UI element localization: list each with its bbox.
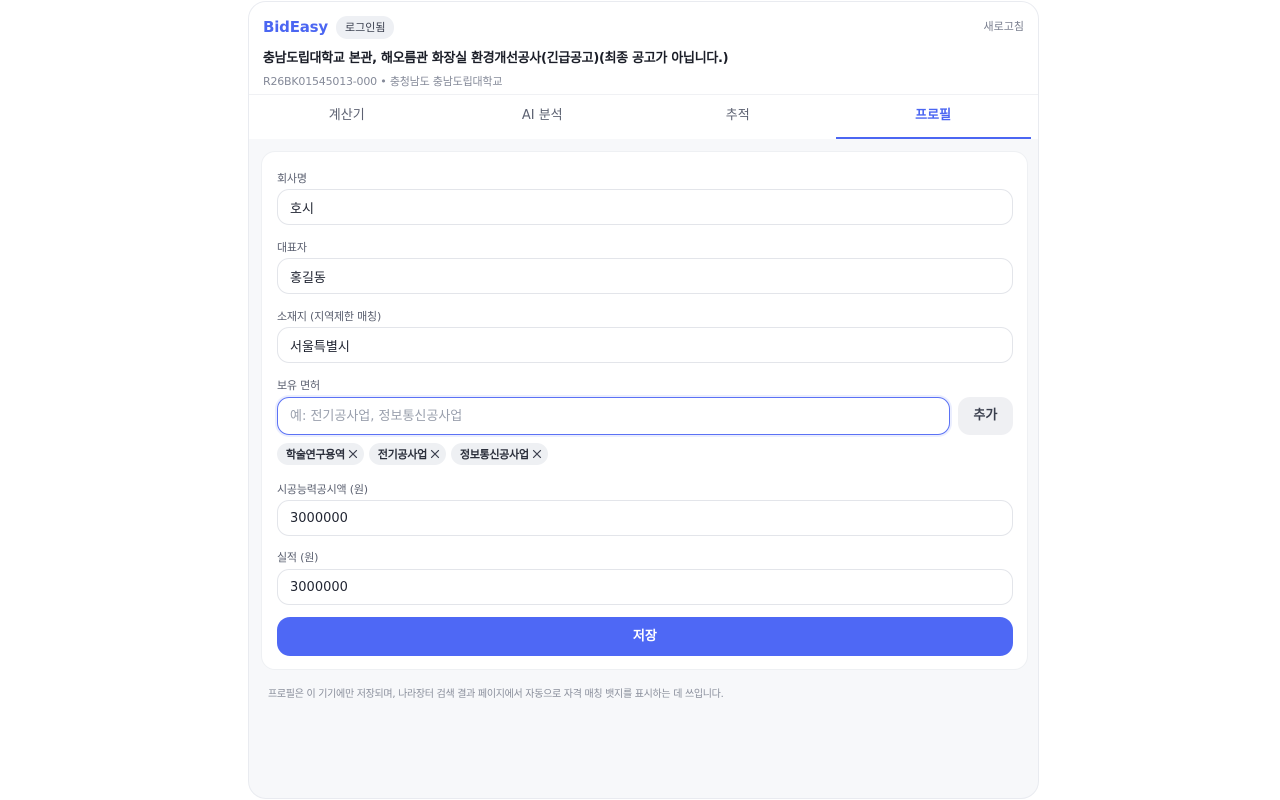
- tab-calculator[interactable]: 계산기: [249, 95, 445, 139]
- company-name-input[interactable]: [277, 189, 1013, 225]
- ceo-input[interactable]: [277, 258, 1013, 294]
- location-label: 소재지 (지역제한 매칭): [277, 310, 382, 323]
- notice-meta: R26BK01545013-000 • 충청남도 충남도립대학교: [263, 75, 503, 88]
- license-chip-label: 정보통신공사업: [460, 448, 529, 461]
- bideasy-panel: BidEasy 로그인됨 새로고침 충남도립대학교 본관, 해오름관 화장실 환…: [248, 1, 1039, 799]
- license-chip-list: 학술연구용역 전기공사업 정보통신공사업: [277, 443, 548, 465]
- location-input[interactable]: [277, 327, 1013, 363]
- license-label: 보유 면허: [277, 379, 320, 392]
- refresh-button[interactable]: 새로고침: [984, 18, 1024, 34]
- performance-input[interactable]: [277, 569, 1013, 605]
- close-icon[interactable]: [430, 449, 440, 459]
- add-license-button[interactable]: 추가: [958, 397, 1013, 435]
- header: BidEasy 로그인됨 새로고침 충남도립대학교 본관, 해오름관 화장실 환…: [249, 2, 1038, 94]
- save-button[interactable]: 저장: [277, 617, 1013, 656]
- login-status-badge: 로그인됨: [336, 15, 395, 39]
- license-chip-label: 전기공사업: [377, 448, 428, 461]
- license-chip: 정보통신공사업: [451, 443, 548, 465]
- company-name-label: 회사명: [277, 172, 307, 185]
- tab-ai-analysis[interactable]: AI 분석: [445, 95, 641, 139]
- close-icon[interactable]: [532, 449, 542, 459]
- footnote: 프로필은 이 기기에만 저장되며, 나라장터 검색 결과 페이지에서 자동으로 …: [268, 689, 724, 700]
- tab-bar: 계산기 AI 분석 추적 프로필: [249, 94, 1038, 139]
- license-chip-label: 학술연구용역: [286, 448, 345, 461]
- profile-form-card: 회사명 대표자 소재지 (지역제한 매칭) 보유 면허 추가 학술연구용역 전기…: [261, 151, 1028, 670]
- performance-label: 실적 (원): [277, 551, 319, 564]
- notice-title: 충남도립대학교 본관, 해오름관 화장실 환경개선공사(긴급공고)(최종 공고가…: [263, 51, 729, 66]
- tab-tracking[interactable]: 추적: [640, 95, 836, 139]
- capacity-input[interactable]: [277, 500, 1013, 536]
- ceo-label: 대표자: [277, 241, 307, 254]
- tab-profile[interactable]: 프로필: [835, 95, 1031, 139]
- brand-row: BidEasy 로그인됨: [263, 15, 1024, 39]
- brand-logo: BidEasy: [263, 18, 328, 36]
- close-icon[interactable]: [348, 449, 358, 459]
- license-chip: 학술연구용역: [277, 443, 364, 465]
- license-input[interactable]: [277, 397, 950, 435]
- capacity-label: 시공능력공시액 (원): [277, 483, 368, 496]
- license-chip: 전기공사업: [368, 443, 447, 465]
